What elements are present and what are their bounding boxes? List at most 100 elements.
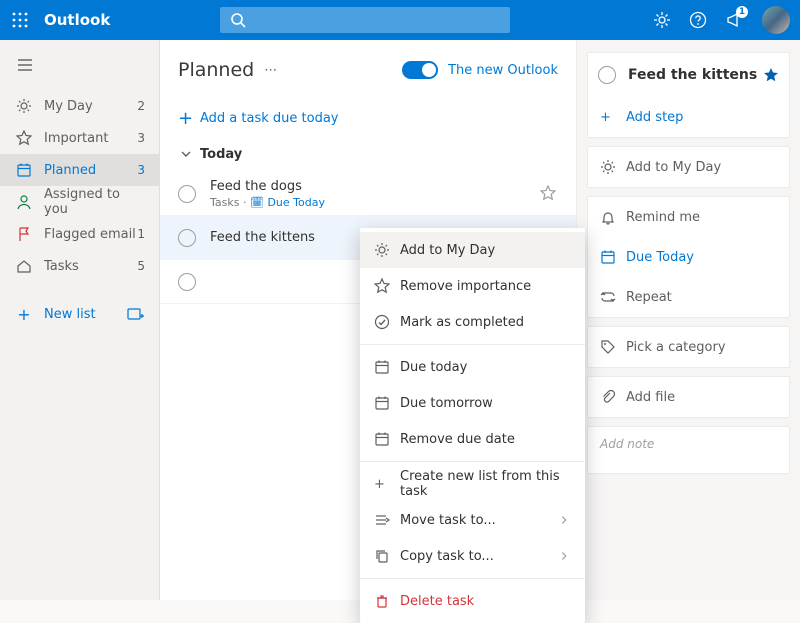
list-title: Planned (178, 59, 254, 81)
list-options-button[interactable]: ⋯ (264, 63, 278, 78)
plus-icon: + (600, 110, 626, 125)
separator (360, 344, 585, 345)
add-file-button[interactable]: Add file (588, 377, 789, 417)
flag-icon (14, 226, 34, 242)
sidebar-item-planned[interactable]: Planned 3 (0, 154, 159, 186)
calendar-icon (374, 359, 400, 375)
sidebar-item-count: 2 (137, 99, 145, 113)
menu-icon (16, 56, 34, 74)
repeat-icon (600, 289, 626, 305)
help-icon (689, 11, 707, 29)
sidebar-item-label: My Day (44, 99, 137, 114)
ctx-copy-to[interactable]: Copy task to... (360, 538, 585, 574)
sidebar-item-label: Tasks (44, 259, 137, 274)
section-today[interactable]: Today (160, 136, 576, 172)
task-row[interactable]: Feed the dogs Tasks · 🗓 Due Today (160, 172, 576, 216)
hamburger-button[interactable] (16, 56, 34, 74)
complete-checkbox[interactable] (178, 273, 196, 291)
new-outlook-toggle[interactable] (402, 61, 438, 79)
star-filled-icon (763, 67, 779, 83)
star-button[interactable] (540, 185, 558, 203)
sidebar-item-tasks[interactable]: Tasks 5 (0, 250, 159, 282)
help-button[interactable] (680, 0, 716, 40)
sun-icon (14, 98, 34, 114)
due-date-button[interactable]: Due Today (588, 237, 789, 277)
move-icon (374, 512, 400, 528)
app-launcher-icon[interactable] (0, 0, 40, 40)
task-title: Feed the dogs (210, 179, 540, 194)
add-step-button[interactable]: + Add step (588, 97, 789, 137)
sidebar-item-count: 1 (137, 227, 145, 241)
ctx-move-to[interactable]: Move task to... (360, 502, 585, 538)
star-icon (14, 130, 34, 146)
ctx-remove-importance[interactable]: Remove importance (360, 268, 585, 304)
star-icon (374, 278, 400, 294)
trash-icon (374, 593, 400, 609)
ctx-delete[interactable]: Delete task (360, 583, 585, 619)
sidebar-item-my-day[interactable]: My Day 2 (0, 90, 159, 122)
detail-title[interactable]: Feed the kittens (628, 67, 763, 83)
add-task-input[interactable]: + Add a task due today (160, 100, 576, 136)
star-button[interactable] (763, 67, 779, 83)
new-list-button[interactable]: + New list (0, 294, 159, 334)
sidebar-item-label: Important (44, 131, 137, 146)
notification-badge: 1 (736, 6, 748, 18)
sidebar-item-count: 5 (137, 259, 145, 273)
star-icon (540, 185, 556, 201)
settings-button[interactable] (644, 0, 680, 40)
note-field[interactable]: Add note (587, 426, 790, 474)
plus-icon: + (14, 305, 34, 324)
sidebar-item-label: Planned (44, 163, 137, 178)
sidebar-item-label: Flagged email (44, 227, 137, 242)
add-task-label: Add a task due today (200, 111, 338, 126)
task-meta: Tasks · 🗓 Due Today (210, 196, 540, 209)
plus-icon: + (178, 108, 200, 129)
app-brand: Outlook (44, 11, 110, 29)
main-pane: Planned ⋯ The new Outlook + Add a task d… (160, 40, 576, 600)
separator (360, 461, 585, 462)
calendar-icon: 🗓 (250, 196, 264, 209)
detail-pane: Feed the kittens + Add step Add to My Da… (576, 40, 800, 600)
task-context-menu: Add to My Day Remove importance Mark as … (360, 228, 585, 623)
ctx-mark-completed[interactable]: Mark as completed (360, 304, 585, 340)
sun-icon (374, 242, 400, 258)
detail-title-row: Feed the kittens (588, 53, 789, 97)
chevron-down-icon (178, 146, 200, 162)
remind-me-button[interactable]: Remind me (588, 197, 789, 237)
sun-icon (600, 159, 626, 175)
ctx-create-list[interactable]: + Create new list from this task (360, 466, 585, 502)
home-icon (14, 258, 34, 274)
chevron-right-icon (557, 549, 571, 563)
ctx-due-today[interactable]: Due today (360, 349, 585, 385)
ctx-remove-due[interactable]: Remove due date (360, 421, 585, 457)
calendar-icon (14, 162, 34, 178)
ctx-due-tomorrow[interactable]: Due tomorrow (360, 385, 585, 421)
paperclip-icon (600, 389, 626, 405)
bell-icon (600, 209, 626, 225)
avatar[interactable] (762, 6, 790, 34)
add-my-day-button[interactable]: Add to My Day (588, 147, 789, 187)
person-icon (14, 194, 34, 210)
sidebar-item-assigned[interactable]: Assigned to you (0, 186, 159, 218)
repeat-button[interactable]: Repeat (588, 277, 789, 317)
new-list-label: New list (44, 307, 127, 322)
complete-checkbox[interactable] (178, 229, 196, 247)
check-icon (374, 314, 400, 330)
section-label: Today (200, 147, 242, 162)
complete-checkbox[interactable] (178, 185, 196, 203)
sidebar-item-count: 3 (137, 131, 145, 145)
sidebar-item-count: 3 (137, 163, 145, 177)
calendar-icon (374, 431, 400, 447)
chevron-right-icon (557, 513, 571, 527)
whats-new-button[interactable]: 1 (716, 0, 752, 40)
plus-icon: + (374, 477, 400, 492)
sidebar-item-important[interactable]: Important 3 (0, 122, 159, 154)
search-icon (230, 12, 246, 28)
new-list-group-icon[interactable] (127, 306, 145, 322)
search-input[interactable] (220, 7, 510, 33)
calendar-icon (374, 395, 400, 411)
sidebar-item-flagged[interactable]: Flagged email 1 (0, 218, 159, 250)
pick-category-button[interactable]: Pick a category (588, 327, 789, 367)
ctx-add-my-day[interactable]: Add to My Day (360, 232, 585, 268)
complete-checkbox[interactable] (598, 66, 616, 84)
